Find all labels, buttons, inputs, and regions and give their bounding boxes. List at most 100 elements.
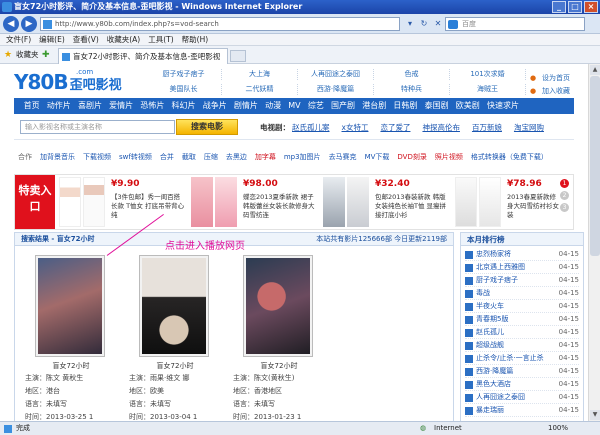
top-link[interactable]: 美国队长 [146,84,222,95]
scroll-up-icon[interactable]: ▲ [590,65,600,75]
nav-item[interactable]: 港台剧 [359,98,390,114]
new-tab-button[interactable] [230,50,246,62]
category-link[interactable]: MV下载 [365,150,390,164]
zoom-level[interactable]: 100% [548,422,568,435]
result-card[interactable]: 盲女72小时 主演：陈文(黄秋生) 地区：香港地区 语言：未填写 时间：2013… [229,255,329,421]
movie-poster[interactable] [243,255,313,357]
movie-poster[interactable] [35,255,105,357]
nav-item[interactable]: 动作片 [43,98,74,114]
hot-link[interactable]: 淘宝网购 [514,122,544,133]
nav-item[interactable]: 综艺 [304,98,327,114]
address-bar[interactable]: http://www.y80b.com/index.php?s=vod-sear… [40,17,400,31]
top-link[interactable]: 厨子戏子痞子 [146,69,222,80]
ranking-item-title[interactable]: 北京遇上西雅图 [476,263,525,271]
ranking-item-title[interactable]: 厨子戏子痞子 [476,276,518,284]
nav-item[interactable]: 快速求片 [483,98,522,114]
maximize-button[interactable]: □ [568,1,582,13]
category-link[interactable]: 加背景音乐 [40,150,75,164]
ranking-item-title[interactable]: 人再囧途之泰囧 [476,393,525,401]
top-link[interactable]: 人再囧途之泰囧 [298,69,374,80]
category-link[interactable]: 去马赛克 [329,150,357,164]
category-link[interactable]: 格式转换器（免费下载） [471,150,548,164]
ranking-item[interactable]: 止杀令/止杀·一言止杀 04-15 [465,352,579,365]
ranking-item-title[interactable]: 半夜火车 [476,302,504,310]
top-link[interactable]: 海贼王 [450,84,526,95]
promo-item[interactable]: ¥32.40 包邮2013春装新款 韩版女装纯色长袖T恤 显瘦拼接打底小衫 [323,177,451,227]
ranking-item-title[interactable]: 青春期5版 [476,315,508,323]
ranking-item[interactable]: 毒战 04-15 [465,287,579,300]
category-link[interactable]: swf转视频 [119,150,152,164]
category-link[interactable]: 下载视频 [83,150,111,164]
nav-item[interactable]: 泰国剧 [421,98,452,114]
nav-item[interactable]: 爱情片 [106,98,137,114]
add-favorite-link[interactable]: 加入收藏 [530,85,570,98]
back-button[interactable]: ◀ [3,16,19,32]
browser-search-box[interactable]: 百度 [445,17,585,31]
result-card[interactable]: 盲女72小时 主演：雨果·维文 娜 地区：欧美 语言：未填写 时间：2013-0… [125,255,225,421]
ranking-item-title[interactable]: 黑色大酒店 [476,380,511,388]
hot-link[interactable]: 恋了爱了 [380,122,410,133]
ranking-item-title[interactable]: 止杀令/止杀·一言止杀 [476,354,544,362]
forward-button[interactable]: ▶ [21,16,37,32]
promo-item[interactable]: ¥78.96 2013春夏新款修身大码雪纺衬衫女装 [455,177,563,227]
top-link[interactable]: 西游·降魔篇 [298,84,374,95]
ranking-item[interactable]: 西游·降魔篇 04-15 [465,365,579,378]
carousel-dot[interactable]: 1 [560,179,569,188]
carousel-dot[interactable]: 3 [560,203,569,212]
ranking-item-title[interactable]: 超级战舰 [476,341,504,349]
hot-link[interactable]: 神探高伦布 [422,122,460,133]
sale-badge[interactable]: 特卖入口 [15,175,55,229]
favorites-button[interactable]: 收藏夹 [4,49,39,61]
ranking-item[interactable]: 赵氏孤儿 04-15 [465,326,579,339]
ranking-item-title[interactable]: 西游·降魔篇 [476,367,513,375]
nav-item[interactable]: 恐怖片 [137,98,168,114]
vertical-scrollbar[interactable]: ▲ ▼ [588,64,600,421]
category-link[interactable]: mp3加图片 [284,150,321,164]
ranking-item[interactable]: 黑色大酒店 04-15 [465,378,579,391]
movie-title[interactable]: 盲女72小时 [125,361,225,371]
refresh-icon[interactable]: ↻ [418,17,430,31]
close-button[interactable]: × [584,1,598,13]
search-movie-button[interactable]: 搜索电影 [176,119,238,135]
ranking-item[interactable]: 暴走瑞丽 04-15 [465,404,579,417]
site-logo[interactable]: Y80B 歪吧影视 .com [14,68,134,96]
hot-link[interactable]: 赵氏孤儿案 [292,122,330,133]
menu-tools[interactable]: 工具(T) [148,34,173,45]
stop-icon[interactable]: ✕ [432,17,444,31]
menu-view[interactable]: 查看(V) [73,34,99,45]
movie-title[interactable]: 盲女72小时 [229,361,329,371]
ranking-item-title[interactable]: 赵氏孤儿 [476,328,504,336]
scroll-thumb[interactable] [590,76,600,256]
promo-item[interactable]: ¥98.00 蝶恋2013夏季新款 裙子韩版蕾丝女装长款修身大码雪纺连 [191,177,319,227]
promo-item[interactable]: ¥9.90 【3件包邮】秀一闺百搭 长款 T恤女 打底吊带背心 纯 [59,177,187,227]
nav-item[interactable]: 科幻片 [168,98,199,114]
top-link[interactable]: 特种兵 [374,84,450,95]
address-dropdown-button[interactable]: ▾ [404,17,416,31]
ranking-item[interactable]: 忠烈杨家将 04-15 [465,248,579,261]
menu-help[interactable]: 帮助(H) [182,34,209,45]
movie-title[interactable]: 盲女72小时 [21,361,121,371]
nav-item[interactable]: MV [285,98,305,114]
category-link[interactable]: 合并 [160,150,174,164]
category-link[interactable]: 加字幕 [255,150,276,164]
ranking-item[interactable]: 北京遇上西雅图 04-15 [465,261,579,274]
ranking-item-title[interactable]: 暴走瑞丽 [476,406,504,414]
ranking-item-title[interactable]: 毒战 [476,289,490,297]
menu-file[interactable]: 文件(F) [6,34,31,45]
top-link[interactable]: 大上海 [222,69,298,80]
add-favorite-icon[interactable]: ✚ [42,49,54,61]
movie-poster[interactable] [139,255,209,357]
top-link[interactable]: 101次求婚 [450,69,526,80]
ranking-item[interactable]: 厨子戏子痞子 04-15 [465,274,579,287]
browser-tab[interactable]: 盲女72小时影评、简介及基本信息-歪吧影视 [58,48,228,64]
scroll-down-icon[interactable]: ▼ [590,410,600,420]
category-link[interactable]: DVD刻录 [397,150,426,164]
hot-link[interactable]: 百万新娘 [472,122,502,133]
minimize-button[interactable]: _ [552,1,566,13]
nav-item[interactable]: 国产剧 [327,98,358,114]
ranking-item[interactable]: 超级战舰 04-15 [465,339,579,352]
ranking-item[interactable]: 人再囧途之泰囧 04-15 [465,391,579,404]
category-link[interactable]: 截取 [182,150,196,164]
hot-link[interactable]: x女特工 [342,122,369,133]
set-homepage-link[interactable]: 设为首页 [530,72,570,85]
